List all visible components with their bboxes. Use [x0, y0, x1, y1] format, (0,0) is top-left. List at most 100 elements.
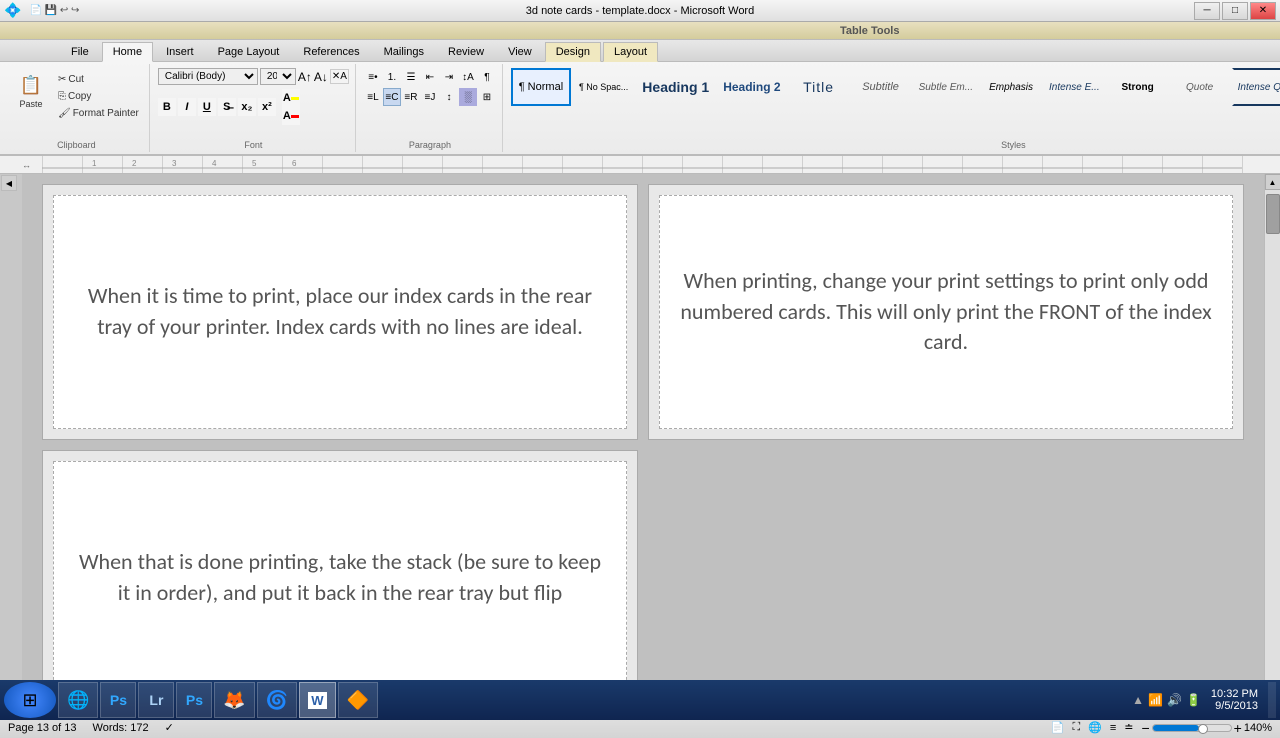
date: 9/5/2013: [1211, 700, 1258, 712]
tab-references[interactable]: References: [292, 42, 370, 61]
tab-review[interactable]: Review: [437, 42, 495, 61]
sort-button[interactable]: ↕A: [459, 68, 477, 86]
view-print-icon[interactable]: 📄: [1051, 721, 1065, 734]
underline-button[interactable]: U: [198, 98, 216, 116]
tab-home[interactable]: Home: [102, 42, 153, 62]
word-count: Words: 172: [93, 722, 149, 734]
page-canvas: When it is time to print, place our inde…: [22, 174, 1264, 716]
borders-button[interactable]: ⊞: [478, 88, 496, 106]
decrease-indent-button[interactable]: ⇤: [421, 68, 439, 86]
format-painter-button[interactable]: 🖌Format Painter: [54, 106, 143, 121]
align-right-button[interactable]: ≡R: [402, 88, 420, 106]
taskbar-word[interactable]: W: [299, 682, 335, 718]
increase-indent-button[interactable]: ⇥: [440, 68, 458, 86]
tab-insert[interactable]: Insert: [155, 42, 205, 61]
card-1-text: When it is time to print, place our inde…: [74, 281, 606, 343]
minimize-button[interactable]: ─: [1194, 2, 1220, 20]
zoom-controls: − + 140%: [1141, 720, 1272, 736]
tab-mailings[interactable]: Mailings: [373, 42, 435, 61]
close-button[interactable]: ✕: [1250, 2, 1276, 20]
justify-button[interactable]: ≡J: [421, 88, 439, 106]
tab-file[interactable]: File: [60, 42, 100, 61]
style-heading2[interactable]: Heading 2: [717, 68, 786, 106]
scroll-up-button[interactable]: ▲: [1265, 174, 1280, 190]
taskbar: ⊞ 🌐 Ps Lr Ps 🦊 🌀 W 🔶 ▲ 📶 🔊 🔋 10:32 PM 9/…: [0, 680, 1280, 720]
view-fullscreen-icon[interactable]: ⛶: [1072, 721, 1080, 734]
style-no-spacing[interactable]: ¶ No Spac...: [573, 68, 634, 106]
tab-layout[interactable]: Layout: [603, 42, 658, 62]
tray-battery-icon[interactable]: 🔋: [1186, 693, 1201, 707]
title-bar-controls: ─ □ ✕: [1194, 2, 1276, 20]
start-button[interactable]: ⊞: [4, 682, 56, 718]
tray-network-icon[interactable]: 📶: [1148, 693, 1163, 707]
taskbar-lr[interactable]: Lr: [138, 682, 174, 718]
style-intense-e[interactable]: Intense E...: [1043, 68, 1106, 106]
zoom-level[interactable]: 140%: [1244, 722, 1272, 734]
taskbar-vlc[interactable]: 🔶: [338, 682, 378, 718]
left-panel: ◀: [0, 174, 22, 716]
tray-icon-1: ▲: [1132, 693, 1144, 707]
style-title[interactable]: Title: [789, 68, 849, 106]
card-2[interactable]: When printing, change your print setting…: [648, 184, 1244, 440]
zoom-handle[interactable]: [1198, 724, 1208, 734]
card-1[interactable]: When it is time to print, place our inde…: [42, 184, 638, 440]
style-intense-q[interactable]: Intense Q...: [1232, 68, 1280, 106]
align-left-button[interactable]: ≡L: [364, 88, 382, 106]
copy-button[interactable]: ⎘Copy: [54, 89, 143, 104]
font-size-select[interactable]: 20: [260, 68, 296, 85]
style-subtitle[interactable]: Subtitle: [851, 68, 911, 106]
italic-button[interactable]: I: [178, 98, 196, 116]
view-web-icon[interactable]: 🌐: [1088, 721, 1102, 734]
bullets-button[interactable]: ≡•: [364, 68, 382, 86]
card-3-inner: When that is done printing, take the sta…: [53, 461, 627, 695]
tray-sound-icon[interactable]: 🔊: [1167, 693, 1182, 707]
multilevel-button[interactable]: ☰: [402, 68, 420, 86]
spell-check-icon[interactable]: ✓: [165, 721, 174, 734]
paste-button[interactable]: 📋 Paste: [10, 68, 52, 112]
cut-button[interactable]: ✂Cut: [54, 72, 143, 87]
grow-font-button[interactable]: A↑: [298, 70, 312, 84]
left-panel-toggle[interactable]: ◀: [1, 175, 17, 191]
style-normal[interactable]: ¶ Normal: [511, 68, 571, 106]
superscript-button[interactable]: x²: [258, 98, 276, 116]
show-formatting-button[interactable]: ¶: [478, 68, 496, 86]
style-quote[interactable]: Quote: [1170, 68, 1230, 106]
tab-design[interactable]: Design: [545, 42, 601, 62]
zoom-slider[interactable]: [1152, 724, 1232, 732]
clear-format-button[interactable]: ✕A: [330, 69, 349, 84]
align-center-button[interactable]: ≡C: [383, 88, 401, 106]
tab-page-layout[interactable]: Page Layout: [207, 42, 291, 61]
taskbar-chrome[interactable]: 🌀: [257, 682, 297, 718]
style-emphasis[interactable]: Emphasis: [981, 68, 1041, 106]
bold-button[interactable]: B: [158, 98, 176, 116]
scroll-thumb[interactable]: [1266, 194, 1280, 234]
view-draft-icon[interactable]: ≐: [1124, 721, 1133, 734]
subscript-button[interactable]: x₂: [238, 98, 256, 116]
numbering-button[interactable]: 1.: [383, 68, 401, 86]
style-strong[interactable]: Strong: [1108, 68, 1168, 106]
taskbar-firefox[interactable]: 🦊: [214, 682, 254, 718]
taskbar-ps2[interactable]: Ps: [176, 682, 212, 718]
strikethrough-button[interactable]: S̶: [218, 98, 236, 116]
card-3[interactable]: When that is done printing, take the sta…: [42, 450, 638, 706]
paragraph-row1: ≡• 1. ☰ ⇤ ⇥ ↕A ¶: [364, 68, 496, 86]
show-desktop-button[interactable]: [1268, 682, 1276, 718]
zoom-in-button[interactable]: +: [1234, 720, 1242, 736]
shading-button[interactable]: ░: [459, 88, 477, 106]
font-color-button[interactable]: A: [282, 107, 300, 125]
taskbar-ie[interactable]: 🌐: [58, 682, 98, 718]
style-heading1[interactable]: Heading 1: [636, 68, 715, 106]
line-spacing-button[interactable]: ↕: [440, 88, 458, 106]
styles-gallery: ¶ Normal ¶ No Spac... Heading 1 Heading …: [511, 68, 1280, 106]
shrink-font-button[interactable]: A↓: [314, 70, 328, 84]
styles-label: Styles: [1001, 140, 1026, 152]
zoom-out-button[interactable]: −: [1141, 720, 1149, 736]
style-subtle-em[interactable]: Subtle Em...: [913, 68, 979, 106]
clock[interactable]: 10:32 PM 9/5/2013: [1205, 688, 1264, 712]
font-name-select[interactable]: Calibri (Body): [158, 68, 258, 85]
maximize-button[interactable]: □: [1222, 2, 1248, 20]
tab-view[interactable]: View: [497, 42, 543, 61]
view-outline-icon[interactable]: ≡: [1110, 722, 1116, 734]
text-highlight-button[interactable]: A: [282, 89, 300, 107]
taskbar-ps[interactable]: Ps: [100, 682, 136, 718]
